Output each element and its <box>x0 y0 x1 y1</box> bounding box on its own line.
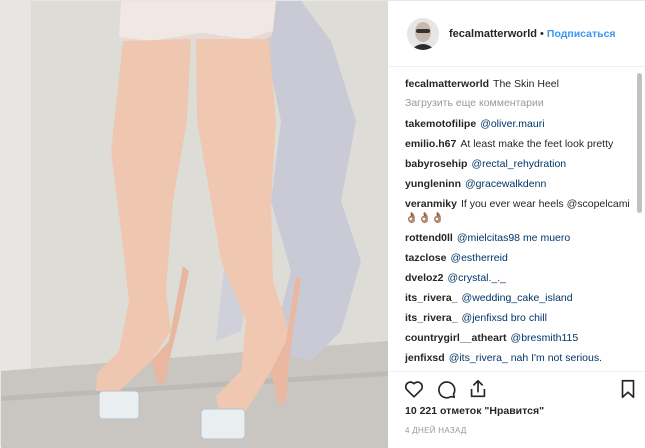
comment-username[interactable]: babyrosehip <box>405 158 467 170</box>
comment-username[interactable]: rottend0ll <box>405 232 453 244</box>
comment-item: yungleninn @gracewalkdenn <box>405 177 631 191</box>
comment-item: jenfixsd @its_rivera_ nah I'm not serious… <box>405 351 631 365</box>
comment-username[interactable]: tazclose <box>405 252 446 264</box>
caption: fecalmatterworld The Skin Heel <box>405 77 631 91</box>
comment-item: takemotofilipe @oliver.mauri <box>405 117 631 131</box>
comment-username[interactable]: countrygirl__atheart <box>405 332 507 344</box>
comment-item: its_rivera_ @wedding_cake_island <box>405 291 631 305</box>
likes-count[interactable]: 10 221 отметок "Нравится" <box>405 405 544 417</box>
comments-scrollbar[interactable] <box>637 73 642 213</box>
author-avatar[interactable] <box>407 17 439 50</box>
skin-heel-photo <box>1 1 388 448</box>
action-bar <box>389 371 645 401</box>
comment-username[interactable]: dveloz2 <box>405 272 444 284</box>
comment-username[interactable]: jenfixsd <box>405 352 445 364</box>
comment-item: veranmiky If you ever wear heels @scopelc… <box>405 197 631 225</box>
heart-icon[interactable] <box>403 378 425 400</box>
share-icon[interactable] <box>467 378 489 400</box>
load-more-comments-link[interactable]: Загрузить еще комментарии <box>405 97 631 109</box>
instagram-post: fecalmatterworld • Подписаться fecalmatt… <box>0 0 645 448</box>
comment-text: @estherreid <box>450 252 508 264</box>
comment-username[interactable]: yungleninn <box>405 178 461 190</box>
comment-item: its_rivera_ @jenfixsd bro chill <box>405 311 631 325</box>
comment-item: babyrosehip @rectal_rehydration <box>405 157 631 171</box>
post-photo[interactable] <box>1 1 388 448</box>
comment-bubble-icon[interactable] <box>435 378 457 400</box>
comment-text: @crystal._._ <box>447 272 507 284</box>
comment-text: @oliver.mauri <box>480 118 545 130</box>
comment-username[interactable]: emilio.h67 <box>405 138 456 150</box>
comment-text: @wedding_cake_island <box>461 292 573 304</box>
comment-username[interactable]: its_rivera_ <box>405 312 458 324</box>
comment-item: dveloz2 @crystal._._ <box>405 271 631 285</box>
comment-text: At least make the feet look pretty <box>460 138 614 150</box>
post-date: 4 ДНЕЙ НАЗАД <box>405 426 467 435</box>
comment-text: @jenfixsd bro chill <box>461 312 547 324</box>
comment-item: rottend0ll @mielcitas98 me muero <box>405 231 631 245</box>
caption-text: The Skin Heel <box>493 78 559 90</box>
comment-item: tazclose @estherreid <box>405 251 631 265</box>
comment-text: @mielcitas98 me muero <box>456 232 571 244</box>
separator-dot: • <box>540 27 544 40</box>
comment-username[interactable]: takemotofilipe <box>405 118 476 130</box>
post-sidebar: fecalmatterworld • Подписаться fecalmatt… <box>389 1 645 448</box>
comment-text: @gracewalkdenn <box>465 178 547 190</box>
post-header: fecalmatterworld • Подписаться <box>389 1 645 67</box>
comment-text: @its_rivera_ nah I'm not serious. <box>448 352 602 364</box>
comment-item: emilio.h67 At least make the feet look pr… <box>405 137 631 151</box>
caption-username[interactable]: fecalmatterworld <box>405 78 489 90</box>
comment-text: @rectal_rehydration <box>471 158 567 170</box>
comment-item: countrygirl__atheart @bresmith115 <box>405 331 631 345</box>
comment-username[interactable]: veranmiky <box>405 198 457 210</box>
bookmark-icon[interactable] <box>617 378 639 400</box>
comment-username[interactable]: its_rivera_ <box>405 292 458 304</box>
comment-text: @bresmith115 <box>510 332 579 344</box>
avatar-image <box>407 17 439 50</box>
follow-button[interactable]: Подписаться <box>547 28 616 40</box>
comments-list[interactable]: fecalmatterworld The Skin Heel Загрузить … <box>405 77 631 369</box>
author-username[interactable]: fecalmatterworld <box>449 28 537 40</box>
